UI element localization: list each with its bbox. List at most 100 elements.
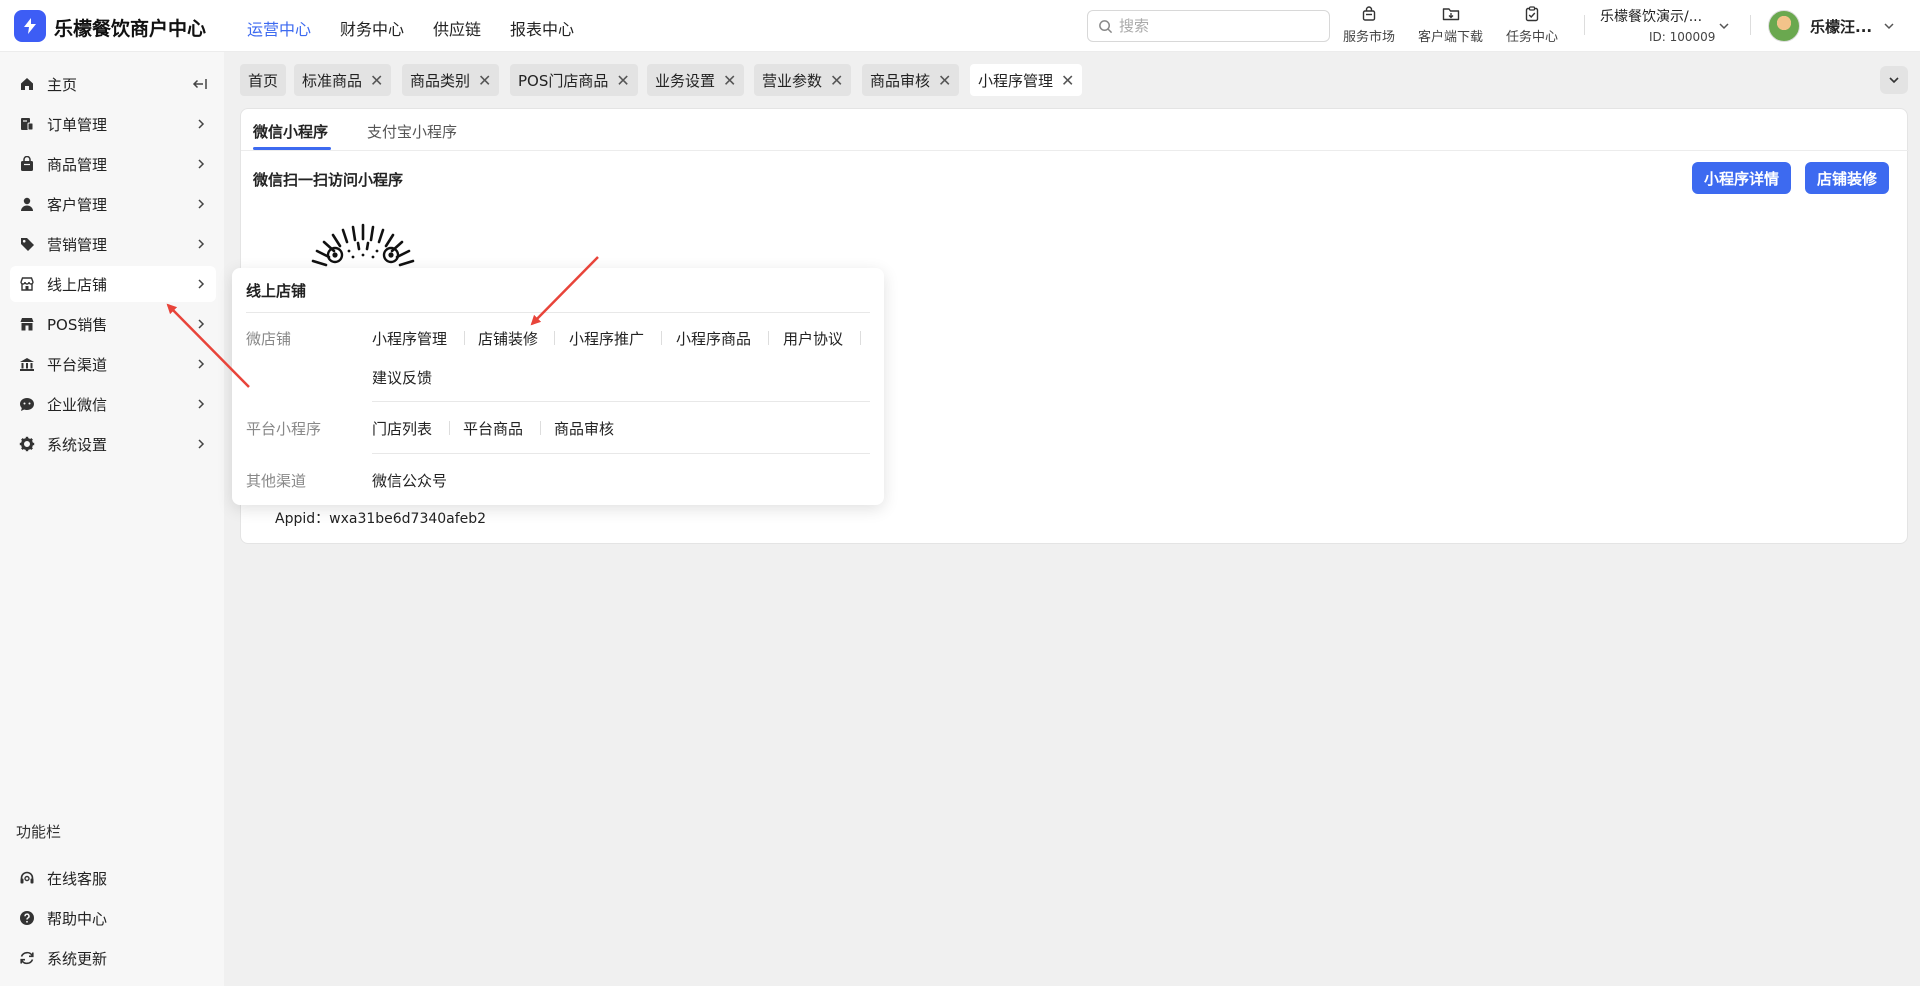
tab-label: 业务设置 (655, 71, 716, 90)
sidebar-item-orders[interactable]: 订单管理 (10, 106, 216, 142)
tab-standard-products[interactable]: 标准商品 ✕ (294, 64, 392, 96)
tab-home[interactable]: 首页 (240, 64, 287, 96)
flyout-link-feedback[interactable]: 建议反馈 (372, 367, 432, 388)
chevron-right-icon (198, 359, 205, 369)
bank-icon (20, 358, 34, 371)
service-market-button[interactable]: 服务市场 (1343, 6, 1395, 45)
shop-bag-icon (1343, 6, 1395, 24)
flyout-link-miniprogram-products[interactable]: 小程序商品 (676, 328, 751, 349)
client-download-label: 客户端下载 (1418, 30, 1484, 45)
miniprogram-details-button[interactable]: 小程序详情 (1692, 162, 1792, 194)
sidebar-item-products[interactable]: 商品管理 (10, 146, 216, 182)
top-bar: 乐檬餐饮商户中心 运营中心 财务中心 供应链 报表中心 服务市场 客户端下载 任… (0, 0, 1920, 52)
flyout-link-platform-products[interactable]: 平台商品 (463, 418, 523, 439)
avatar[interactable] (1768, 10, 1800, 42)
flyout-link-product-review[interactable]: 商品审核 (554, 418, 614, 439)
tab-miniprogram-management[interactable]: 小程序管理 ✕ (970, 64, 1083, 96)
account-id: ID: 100009 (1649, 30, 1716, 44)
close-icon[interactable]: ✕ (1061, 71, 1074, 90)
order-icon (21, 118, 34, 131)
divider (1750, 15, 1751, 35)
logo-icon[interactable] (14, 10, 46, 42)
chevron-down-icon[interactable] (1882, 19, 1896, 33)
tab-product-review[interactable]: 商品审核 ✕ (862, 64, 960, 96)
tab-label: 营业参数 (762, 71, 823, 90)
tab-label: 商品审核 (870, 71, 931, 90)
sidebar-item-label: 线上店铺 (47, 276, 108, 294)
online-store-flyout-menu: 线上店铺 微店铺 小程序管理 店铺装修 小程序推广 小程序商品 用户协议 建议反… (232, 268, 884, 505)
client-download-button[interactable]: 客户端下载 (1418, 6, 1483, 45)
chevron-right-icon (198, 159, 205, 169)
sidebar-item-system-update[interactable]: 系统更新 (10, 940, 216, 976)
flyout-link-wechat-official-account[interactable]: 微信公众号 (372, 470, 447, 491)
tab-operating-params[interactable]: 营业参数 ✕ (754, 64, 852, 96)
chevron-right-icon (198, 239, 205, 249)
sidebar-item-label: 企业微信 (47, 396, 108, 414)
help-icon (20, 911, 34, 925)
sidebar-item-help-center[interactable]: 帮助中心 (10, 900, 216, 936)
close-icon[interactable]: ✕ (830, 71, 843, 90)
sidebar-item-pos-sales[interactable]: POS销售 (10, 306, 216, 342)
sidebar-item-label: 在线客服 (47, 870, 108, 888)
tab-pos-store-products[interactable]: POS门店商品 ✕ (510, 64, 638, 96)
store-icon (20, 277, 34, 291)
sidebar-item-label: 帮助中心 (47, 910, 108, 928)
close-icon[interactable]: ✕ (370, 71, 383, 90)
flyout-link-store-list[interactable]: 门店列表 (372, 418, 432, 439)
divider (464, 331, 465, 345)
tabs-more-button[interactable] (1880, 66, 1908, 94)
appid-text: Appid：wxa31be6d7340afeb2 (275, 511, 487, 527)
top-nav-finance[interactable]: 财务中心 (340, 16, 404, 40)
top-nav-operations[interactable]: 运营中心 (247, 16, 311, 40)
search-icon (1099, 20, 1113, 34)
service-market-label: 服务市场 (1343, 30, 1396, 45)
sidebar-item-platform-channels[interactable]: 平台渠道 (10, 346, 216, 382)
sidebar-item-label: 系统设置 (47, 436, 108, 454)
flyout-link-miniprogram-promotion[interactable]: 小程序推广 (569, 328, 644, 349)
function-bar-title: 功能栏 (16, 823, 62, 841)
tab-label: 首页 (248, 71, 279, 90)
clipboard-check-icon (1506, 6, 1558, 24)
divider (860, 331, 861, 345)
task-center-button[interactable]: 任务中心 (1506, 6, 1558, 45)
tab-business-settings[interactable]: 业务设置 ✕ (647, 64, 745, 96)
search-input[interactable] (1119, 15, 1319, 37)
store-decoration-button[interactable]: 店铺装修 (1805, 162, 1890, 194)
close-icon[interactable]: ✕ (938, 71, 951, 90)
tab-product-categories[interactable]: 商品类别 ✕ (402, 64, 500, 96)
folder-download-icon (1418, 6, 1483, 24)
subtab-wechat-miniprogram[interactable]: 微信小程序 (253, 121, 328, 142)
sidebar-item-label: 营销管理 (47, 236, 108, 254)
sidebar-item-wecom[interactable]: 企业微信 (10, 386, 216, 422)
divider (661, 331, 662, 345)
flyout-link-miniprogram-management[interactable]: 小程序管理 (372, 328, 447, 349)
flyout-link-store-decoration[interactable]: 店铺装修 (478, 328, 538, 349)
brand-title: 乐檬餐饮商户中心 (54, 18, 207, 40)
search-box (1087, 10, 1330, 42)
account-selector[interactable]: 乐檬餐饮演示/... (1600, 6, 1702, 26)
top-nav-supply-chain[interactable]: 供应链 (433, 16, 481, 40)
top-nav-reports[interactable]: 报表中心 (510, 16, 574, 40)
divider (1584, 15, 1585, 35)
chevron-down-icon[interactable] (1717, 19, 1731, 33)
close-icon[interactable]: ✕ (616, 71, 629, 90)
divider (246, 312, 870, 313)
collapse-sidebar-icon[interactable] (192, 77, 208, 91)
close-icon[interactable]: ✕ (478, 71, 491, 90)
sidebar-item-system-settings[interactable]: 系统设置 (10, 426, 216, 462)
close-icon[interactable]: ✕ (723, 71, 736, 90)
sidebar-item-customers[interactable]: 客户管理 (10, 186, 216, 222)
sidebar-item-home[interactable]: 主页 (10, 66, 216, 102)
flyout-link-user-agreement[interactable]: 用户协议 (783, 328, 843, 349)
sidebar-item-online-store[interactable]: 线上店铺 (10, 266, 216, 302)
sidebar-item-online-support[interactable]: 在线客服 (10, 860, 216, 896)
subtab-alipay-miniprogram[interactable]: 支付宝小程序 (367, 121, 457, 142)
tab-label: 标准商品 (302, 71, 363, 90)
tab-label: 小程序管理 (978, 71, 1054, 90)
active-subtab-indicator (253, 147, 331, 150)
user-name[interactable]: 乐檬汪... (1810, 16, 1872, 37)
divider (554, 331, 555, 345)
sidebar: 主页 订单管理 商品管理 客户管理 营销管理 线上店铺 POS销售 平台渠道 企 (0, 52, 224, 986)
sidebar-item-marketing[interactable]: 营销管理 (10, 226, 216, 262)
sidebar-item-label: 订单管理 (47, 116, 108, 134)
